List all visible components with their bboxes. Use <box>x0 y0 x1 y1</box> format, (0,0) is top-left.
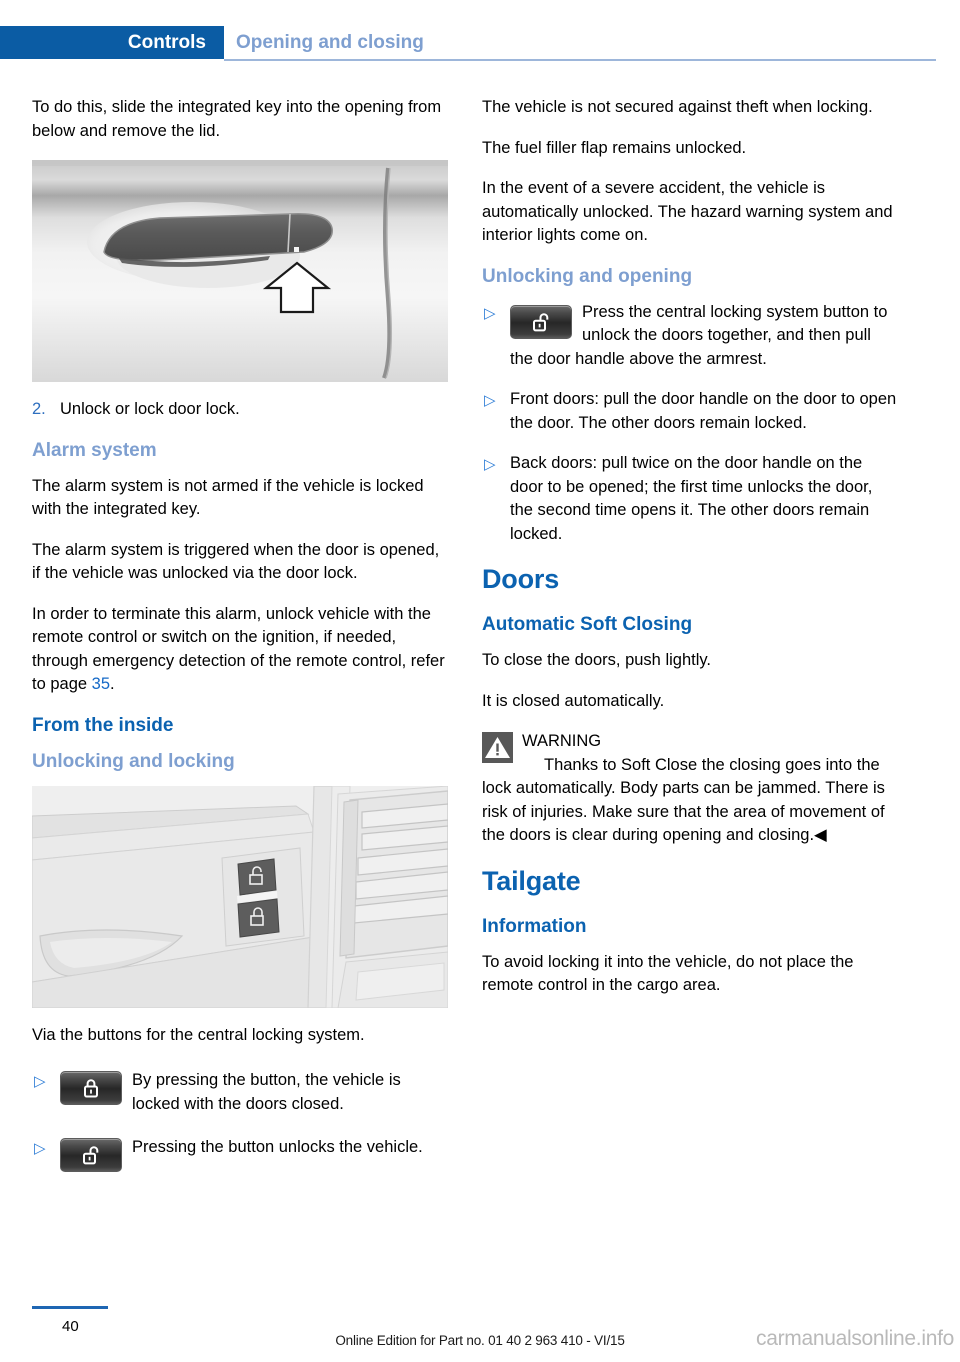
heading-unlocking-and-locking: Unlocking and locking <box>32 750 235 772</box>
figure-interior-door-panel <box>32 785 448 1008</box>
heading-doors: Doors <box>482 564 560 594</box>
heading-information: Information <box>482 915 587 937</box>
bullet-lock-button: ▷ By pressing the button, the vehicle is… <box>32 1069 448 1116</box>
bullet-marker-icon: ▷ <box>484 392 496 409</box>
intro-paragraph: To do this, slide the integrated key int… <box>32 98 442 140</box>
lock-open-icon[interactable] <box>510 304 572 339</box>
door-handle-illustration <box>32 160 448 382</box>
heading-tailgate: Tailgate <box>482 865 581 896</box>
warning-block: WARNING Thanks to Soft Close the closing… <box>482 730 898 848</box>
right-paragraph-2: The fuel filler flap remains unlocked. <box>482 138 747 157</box>
right-column: The vehicle is not secured against theft… <box>482 96 898 998</box>
bullet-front-doors: ▷ Front doors: pull the door handle on t… <box>482 388 898 435</box>
header-section-label: Opening and closing <box>236 32 424 53</box>
soft-closing-paragraph-1: To close the doors, push lightly. <box>482 651 711 669</box>
alarm-paragraph-3: In order to terminate this alarm, unlock… <box>32 603 448 697</box>
page-header: Controls Opening and closing <box>0 26 960 59</box>
alarm-paragraph-3-period: . <box>110 675 115 693</box>
lock-open-icon[interactable] <box>60 1138 122 1172</box>
lock-closed-icon[interactable] <box>60 1071 122 1105</box>
heading-automatic-soft-closing: Automatic Soft Closing <box>482 614 693 635</box>
footer-divider <box>32 1306 108 1309</box>
interior-panel-illustration <box>32 785 448 1008</box>
bullet-marker-icon: ▷ <box>484 456 496 473</box>
warning-end-marker: ◀ <box>814 826 827 844</box>
bullet-back-doors-text: Back doors: pull twice on the door handl… <box>510 454 873 543</box>
header-chapter-label: Controls <box>0 26 224 59</box>
bullet-unlock-button: ▷ Pressing the button unlocks the vehicl… <box>32 1136 448 1172</box>
heading-alarm-system: Alarm system <box>32 439 157 461</box>
left-column: To do this, slide the integrated key int… <box>32 96 448 1177</box>
step-number: 2. <box>32 400 46 418</box>
right-paragraph-3: In the event of a severe accident, the v… <box>482 179 893 244</box>
heading-from-the-inside: From the inside <box>32 714 174 736</box>
alarm-paragraph-1: The alarm system is not armed if the veh… <box>32 476 424 519</box>
page-reference-link[interactable]: 35 <box>92 675 110 693</box>
alarm-paragraph-2: The alarm system is triggered when the d… <box>32 540 440 583</box>
site-watermark: carmanualsonline.info <box>756 1327 954 1350</box>
numbered-step: 2. Unlock or lock door lock. <box>32 398 448 422</box>
bullet-back-doors: ▷ Back doors: pull twice on the door han… <box>482 452 898 546</box>
bullet-lock-text: By pressing the button, the vehicle is l… <box>132 1071 401 1113</box>
bullet-unlock-text: Pressing the button unlocks the vehicle. <box>132 1138 423 1156</box>
bullet-marker-icon: ▷ <box>34 1140 46 1157</box>
via-buttons-text: Via the buttons for the central locking … <box>32 1025 365 1044</box>
bullet-central-locking: ▷ Press the central locking system butto… <box>482 301 898 372</box>
heading-unlocking-and-opening: Unlocking and opening <box>482 265 693 287</box>
soft-closing-paragraph-2: It is closed automatically. <box>482 691 665 710</box>
bullet-marker-icon: ▷ <box>484 304 496 322</box>
figure-door-handle <box>32 160 448 382</box>
warning-triangle-icon <box>482 732 513 763</box>
information-paragraph-1: To avoid locking it into the vehicle, do… <box>482 952 854 995</box>
warning-title: WARNING <box>522 732 602 750</box>
right-paragraph-1: The vehicle is not secured against theft… <box>482 98 873 116</box>
bullet-marker-icon: ▷ <box>34 1073 46 1090</box>
bullet-front-doors-text: Front doors: pull the door handle on the… <box>510 390 897 432</box>
step-text: Unlock or lock door lock. <box>60 400 240 418</box>
header-divider <box>224 59 936 61</box>
